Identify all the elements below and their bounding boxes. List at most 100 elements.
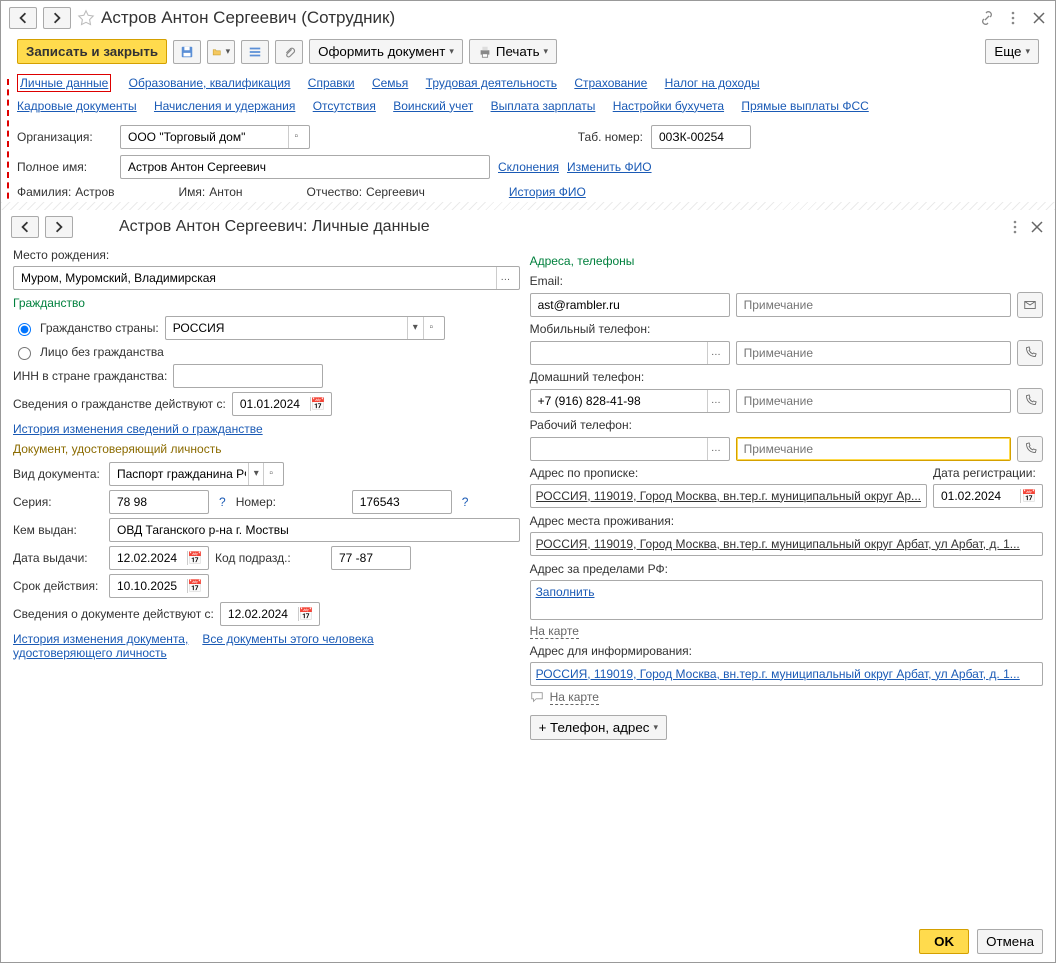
more-vert-icon[interactable] [1005,10,1021,26]
issued-by-input[interactable] [109,518,520,542]
window-title: Астров Антон Сергеевич (Сотрудник) [101,8,973,28]
code-input[interactable] [331,546,411,570]
work-call-button[interactable] [1017,436,1043,462]
help-icon[interactable]: ? [458,495,473,509]
inform-addr-link[interactable]: РОССИЯ, 119019, Город Москва, вн.тер.г. … [536,667,1020,681]
stateless-radio[interactable] [18,347,31,360]
history-fio-link[interactable]: История ФИО [509,185,586,199]
calendar-icon[interactable]: 📅 [1020,489,1037,503]
citizenship-history-link[interactable]: История изменения сведений о гражданстве [13,422,263,436]
add-contact-button[interactable]: + Телефон, адрес ▾ [530,715,667,740]
change-fio-link[interactable]: Изменить ФИО [567,160,652,174]
list-button[interactable] [241,40,269,64]
number-input[interactable] [352,490,452,514]
doc-date-input[interactable]: 📅 [220,602,320,626]
validity-input[interactable]: 📅 [109,574,209,598]
inform-addr-input[interactable]: РОССИЯ, 119019, Город Москва, вн.тер.г. … [530,662,1043,686]
calendar-icon[interactable]: 📅 [187,579,203,593]
email-note-input[interactable] [736,293,1011,317]
map-link-2[interactable]: На карте [550,690,599,705]
calendar-icon[interactable]: 📅 [187,551,203,565]
tab-salary[interactable]: Выплата зарплаты [491,99,596,113]
open-ref-icon[interactable]: ▫ [263,463,278,485]
tab-accounting[interactable]: Настройки бухучета [613,99,724,113]
mobile-note-input[interactable] [736,341,1011,365]
forward-button[interactable] [43,7,71,29]
chevron-down-icon: ▾ [449,46,454,57]
all-docs-link[interactable]: Все документы этого человека [202,632,373,646]
ellipsis-icon[interactable]: … [707,342,723,364]
tab-accruals[interactable]: Начисления и удержания [154,99,295,113]
close-icon[interactable] [1031,10,1047,26]
attach-button[interactable] [275,40,303,64]
chevron-down-icon[interactable]: ▾ [407,317,423,339]
mobile-call-button[interactable] [1017,340,1043,366]
work-phone-input[interactable]: … [530,437,730,461]
save-close-button[interactable]: Записать и закрыть [17,39,167,64]
doc-type-label: Вид документа: [13,467,103,481]
foreign-addr-input[interactable]: Заполнить [530,580,1043,620]
work-note-input[interactable] [736,437,1011,461]
email-input[interactable] [530,293,730,317]
home-call-button[interactable] [1017,388,1043,414]
favorite-star-icon[interactable] [77,9,95,27]
calendar-icon[interactable]: 📅 [310,397,326,411]
sub-back-button[interactable] [11,216,39,238]
doc-history-link[interactable]: История изменения документа, удостоверяю… [13,632,188,660]
live-addr-input[interactable]: РОССИЯ, 119019, Город Москва, вн.тер.г. … [530,532,1043,556]
citizenship-date-input[interactable]: 📅 [232,392,332,416]
home-note-input[interactable] [736,389,1011,413]
email-send-button[interactable] [1017,292,1043,318]
open-ref-icon[interactable]: ▫ [423,317,439,339]
tabnum-input[interactable] [651,125,751,149]
inn-input[interactable] [173,364,323,388]
cancel-button[interactable]: Отмена [977,929,1043,954]
chevron-down-icon[interactable]: ▾ [248,463,263,485]
more-button[interactable]: Еще ▾ [985,39,1039,64]
reg-date-input[interactable]: 📅 [933,484,1043,508]
tab-tax[interactable]: Налог на доходы [665,76,760,90]
doc-type-input[interactable]: ▾ ▫ [109,462,284,486]
tab-insurance[interactable]: Страхование [574,76,647,90]
issue-date-input[interactable]: 📅 [109,546,209,570]
arrow-right-icon [51,12,63,24]
mobile-input[interactable]: … [530,341,730,365]
folder-button[interactable]: ▾ [207,40,235,64]
citizenship-country-radio[interactable] [18,323,31,336]
declension-link[interactable]: Склонения [498,160,559,174]
fullname-input[interactable] [120,155,490,179]
create-document-button[interactable]: Оформить документ ▾ [309,39,463,64]
sub-more-icon[interactable] [1007,219,1023,235]
ok-button[interactable]: OK [919,929,969,954]
ellipsis-icon[interactable]: … [707,390,723,412]
calendar-icon[interactable]: 📅 [298,607,314,621]
tab-references[interactable]: Справки [308,76,355,90]
home-phone-input[interactable]: … [530,389,730,413]
back-button[interactable] [9,7,37,29]
tab-military[interactable]: Воинский учет [393,99,473,113]
series-input[interactable] [109,490,209,514]
open-ref-icon[interactable]: ▫ [288,126,304,148]
tab-work[interactable]: Трудовая деятельность [426,76,557,90]
save-button[interactable] [173,40,201,64]
citizenship-country-input[interactable]: ▾ ▫ [165,316,445,340]
fill-link[interactable]: Заполнить [536,585,595,599]
sub-forward-button[interactable] [45,216,73,238]
reg-addr-input[interactable]: РОССИЯ, 119019, Город Москва, вн.тер.г. … [530,484,927,508]
tab-education[interactable]: Образование, квалификация [129,76,291,90]
tab-hr-docs[interactable]: Кадровые документы [17,99,137,113]
sub-close-icon[interactable] [1029,219,1045,235]
link-icon[interactable] [979,10,995,26]
tab-absences[interactable]: Отсутствия [313,99,376,113]
org-input[interactable]: ▫ [120,125,310,149]
tab-personal[interactable]: Личные данные [17,74,111,92]
help-icon[interactable]: ? [215,495,230,509]
tab-fss[interactable]: Прямые выплаты ФСС [741,99,868,113]
birthplace-input[interactable]: … [13,266,520,290]
ellipsis-icon[interactable]: … [707,438,723,460]
map-link-1[interactable]: На карте [530,624,579,639]
print-button[interactable]: Печать ▾ [469,39,557,64]
ellipsis-icon[interactable]: … [496,267,513,289]
tab-family[interactable]: Семья [372,76,408,90]
arrow-left-icon [17,12,29,24]
